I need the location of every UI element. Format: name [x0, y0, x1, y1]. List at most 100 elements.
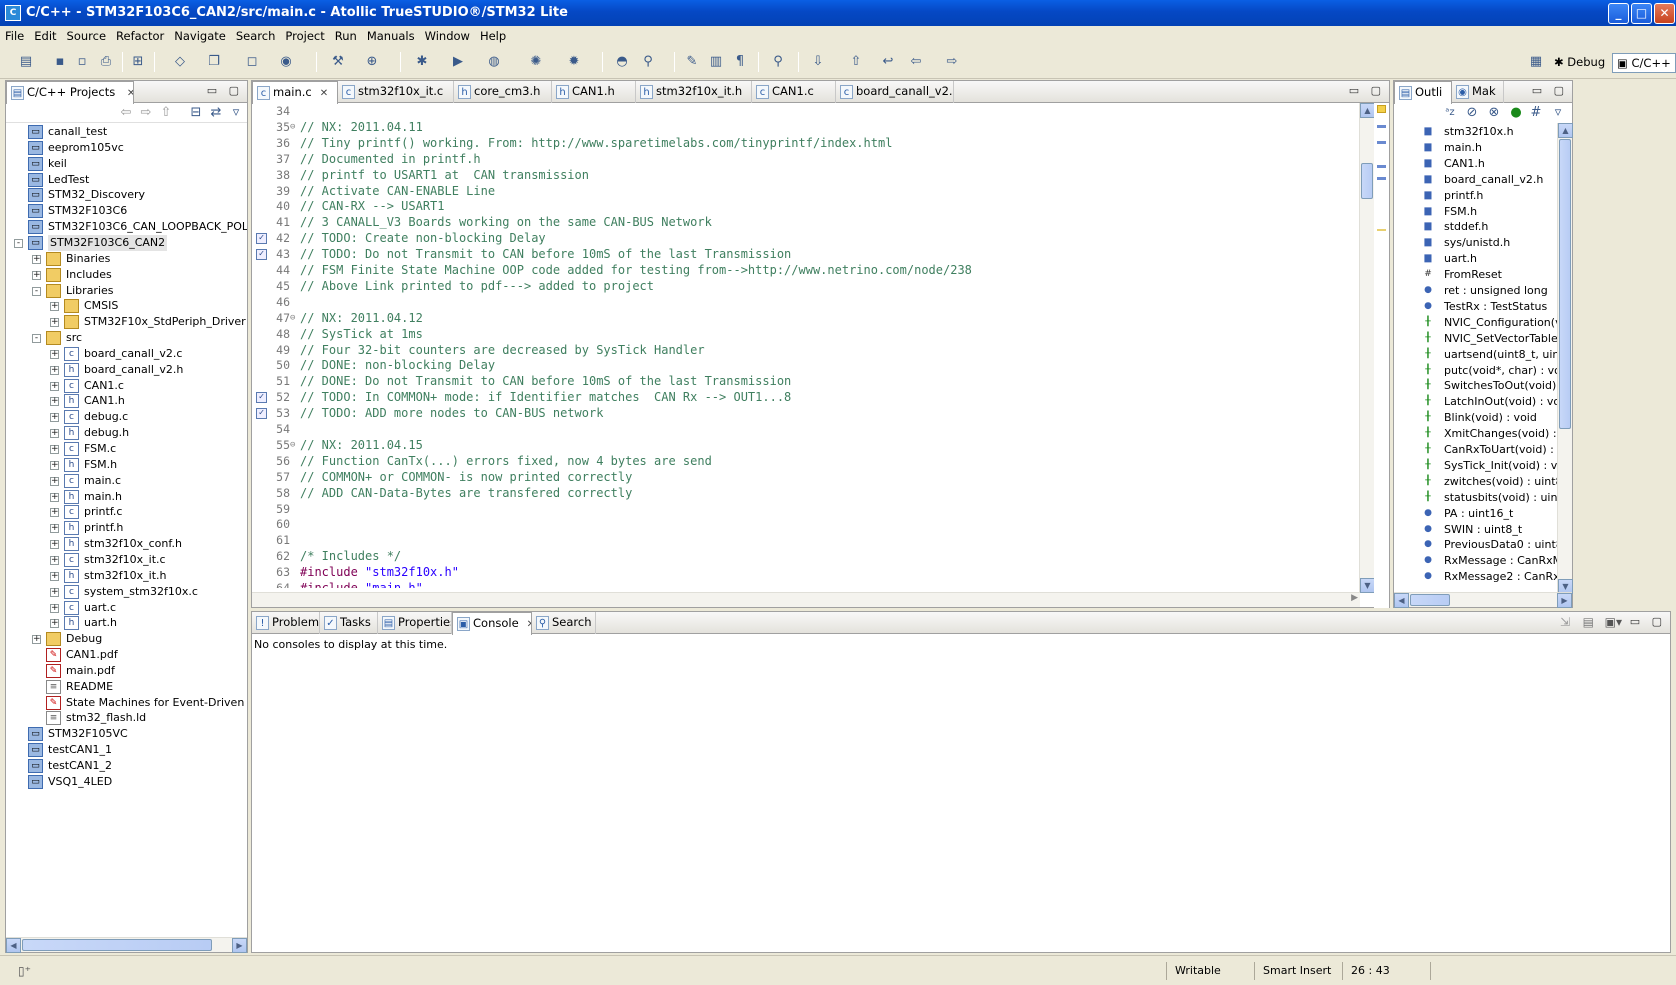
menu-source[interactable]: Source: [62, 26, 112, 46]
tree-item[interactable]: + c stm32f10x_it.c: [6, 552, 246, 568]
outline-item[interactable]: ● TestRx : TestStatus: [1424, 299, 1547, 315]
fast-view-icon[interactable]: ▯⁺: [18, 964, 31, 978]
projects-hscrollbar[interactable]: ◀ ▶: [6, 937, 247, 953]
tree-item[interactable]: + h FSM.h: [6, 457, 246, 473]
tree-item[interactable]: ▭ STM32F105VC: [6, 726, 246, 742]
tree-item[interactable]: + Binaries: [6, 251, 246, 267]
tree-item[interactable]: - Libraries: [6, 283, 246, 299]
block-selection-icon[interactable]: ▥: [708, 54, 724, 70]
expand-icon[interactable]: +: [32, 254, 41, 264]
editor-tab-stm32f10x-it-c[interactable]: c stm32f10x_it.c: [338, 81, 454, 103]
open-perspective-icon[interactable]: ▦: [1528, 54, 1544, 70]
run-icon[interactable]: ▶: [450, 54, 466, 70]
outline-item[interactable]: ╂zwitches(void) : uint8_t: [1425, 474, 1557, 490]
tree-item[interactable]: ≡ stm32_flash.ld: [6, 710, 246, 726]
menu-window[interactable]: Window: [420, 26, 475, 46]
expand-icon[interactable]: +: [50, 365, 59, 375]
hammer-icon[interactable]: ⚒: [330, 54, 346, 70]
menu-edit[interactable]: Edit: [29, 26, 61, 46]
tree-item[interactable]: + c CAN1.c: [6, 378, 246, 394]
expand-icon[interactable]: +: [32, 635, 41, 645]
show-whitespace-icon[interactable]: ¶: [732, 54, 748, 70]
expand-icon[interactable]: +: [50, 619, 59, 629]
outline-tab-0[interactable]: ▤ Outli: [1394, 81, 1452, 104]
tree-item[interactable]: + c uart.c: [6, 600, 246, 616]
new-class-icon[interactable]: ◉: [278, 54, 294, 70]
expand-icon[interactable]: +: [50, 302, 59, 312]
outline-item[interactable]: ● ret : unsigned long: [1424, 283, 1548, 299]
back-nav-icon[interactable]: ⇦: [118, 105, 134, 121]
tab-cpp-projects[interactable]: ▤ C/C++ Projects ✕: [6, 81, 134, 104]
next-annotation-icon[interactable]: ⇩: [810, 54, 826, 70]
tab-tasks[interactable]: ✓ Tasks: [320, 612, 378, 634]
fold-icon[interactable]: ⊖: [290, 310, 295, 326]
tree-item[interactable]: ▭ keil: [6, 156, 246, 172]
outline-item[interactable]: ● PreviousData0 : uint8_: [1424, 537, 1557, 553]
menu-navigate[interactable]: Navigate: [169, 26, 231, 46]
print-icon[interactable]: ⎙: [98, 54, 114, 70]
tree-item[interactable]: ✎ State Machines for Event-Driven System: [6, 695, 247, 711]
outline-item[interactable]: ▆ CAN1.h: [1425, 156, 1485, 172]
outline-item[interactable]: ▆ board_canall_v2.h: [1425, 172, 1544, 188]
menu-help[interactable]: Help: [475, 26, 511, 46]
tree-item[interactable]: ≡ README: [6, 679, 246, 695]
cpp-perspective[interactable]: ▣ C/C++: [1612, 53, 1676, 73]
close-icon[interactable]: ✕: [320, 83, 328, 104]
target-icon[interactable]: ⊕: [364, 54, 380, 70]
tree-item[interactable]: + CMSIS: [6, 298, 246, 314]
expand-icon[interactable]: +: [50, 381, 59, 391]
console-minmax-buttons[interactable]: ▭ ▢: [1630, 615, 1666, 628]
editor-minmax-buttons[interactable]: ▭ ▢: [1349, 84, 1385, 97]
tree-item[interactable]: ▭ canall_test: [6, 124, 246, 140]
tree-item[interactable]: - ▭ STM32F103C6_CAN2: [6, 234, 246, 251]
scroll-thumb[interactable]: [1361, 163, 1373, 199]
outline-item[interactable]: ● PA : uint16_t: [1424, 506, 1513, 522]
scroll-down-icon[interactable]: ▼: [1360, 578, 1375, 593]
outline-item[interactable]: ▆ uart.h: [1425, 251, 1478, 267]
editor-tab-can1-c[interactable]: c CAN1.c: [752, 81, 836, 103]
expand-icon[interactable]: +: [50, 397, 59, 407]
expand-icon[interactable]: +: [50, 492, 59, 502]
scroll-left-icon[interactable]: ◀: [6, 938, 21, 953]
tree-item[interactable]: + c printf.c: [6, 504, 246, 520]
new-c-file-icon[interactable]: ◻: [244, 54, 260, 70]
open-console-icon[interactable]: ▣▾: [1605, 615, 1622, 629]
expand-icon[interactable]: +: [50, 349, 59, 359]
display-console-icon[interactable]: ▤: [1583, 615, 1594, 629]
expand-icon[interactable]: +: [50, 429, 59, 439]
outline-item[interactable]: ● SWIN : uint8_t: [1424, 522, 1522, 538]
view-menu-icon[interactable]: ▿: [1550, 105, 1566, 121]
menu-refactor[interactable]: Refactor: [111, 26, 169, 46]
panel-minmax-buttons[interactable]: ▭ ▢: [207, 84, 243, 97]
tree-item[interactable]: + c system_stm32f10x.c: [6, 584, 246, 600]
outline-item[interactable]: ▆ main.h: [1425, 140, 1482, 156]
new-icon[interactable]: ▤: [18, 54, 34, 70]
tree-item[interactable]: + c FSM.c: [6, 441, 246, 457]
collapse-icon[interactable]: -: [32, 286, 41, 296]
outline-item[interactable]: ╂XmitChanges(void) : vo: [1425, 426, 1557, 442]
outline-item[interactable]: ▆ sys/unistd.h: [1425, 235, 1511, 251]
outline-minmax-buttons[interactable]: ▭ ▢: [1532, 84, 1568, 97]
tree-item[interactable]: + h stm32f10x_conf.h: [6, 536, 246, 552]
hide-static-icon[interactable]: ⊗: [1486, 105, 1502, 121]
tree-item[interactable]: - src: [6, 330, 246, 346]
group-includes-icon[interactable]: #: [1528, 105, 1544, 121]
expand-icon[interactable]: +: [50, 445, 59, 454]
outline-tab-1[interactable]: ◉ Mak: [1452, 81, 1504, 103]
scroll-right-icon[interactable]: ▶: [1557, 593, 1572, 608]
scroll-up-icon[interactable]: ▲: [1558, 123, 1573, 138]
expand-icon[interactable]: +: [50, 318, 59, 328]
tree-item[interactable]: ▭ testCAN1_2: [6, 758, 246, 774]
tree-item[interactable]: + h debug.h: [6, 425, 246, 441]
tree-item[interactable]: ▭ STM32F103C6: [6, 203, 246, 219]
build-icon[interactable]: ⊞: [130, 54, 146, 70]
outline-item[interactable]: ▆ FSM.h: [1425, 204, 1478, 220]
collapse-icon[interactable]: -: [32, 334, 41, 344]
tab-console[interactable]: ▣Console✕: [452, 612, 532, 635]
expand-icon[interactable]: +: [50, 555, 59, 565]
outline-item[interactable]: # FromReset: [1424, 267, 1502, 283]
scroll-right-icon[interactable]: ▶: [1351, 593, 1358, 603]
open-folder-icon[interactable]: ❐: [206, 54, 222, 70]
tree-item[interactable]: ▭ eeprom105vc: [6, 140, 246, 156]
forward-nav-icon[interactable]: ⇨: [138, 105, 154, 121]
